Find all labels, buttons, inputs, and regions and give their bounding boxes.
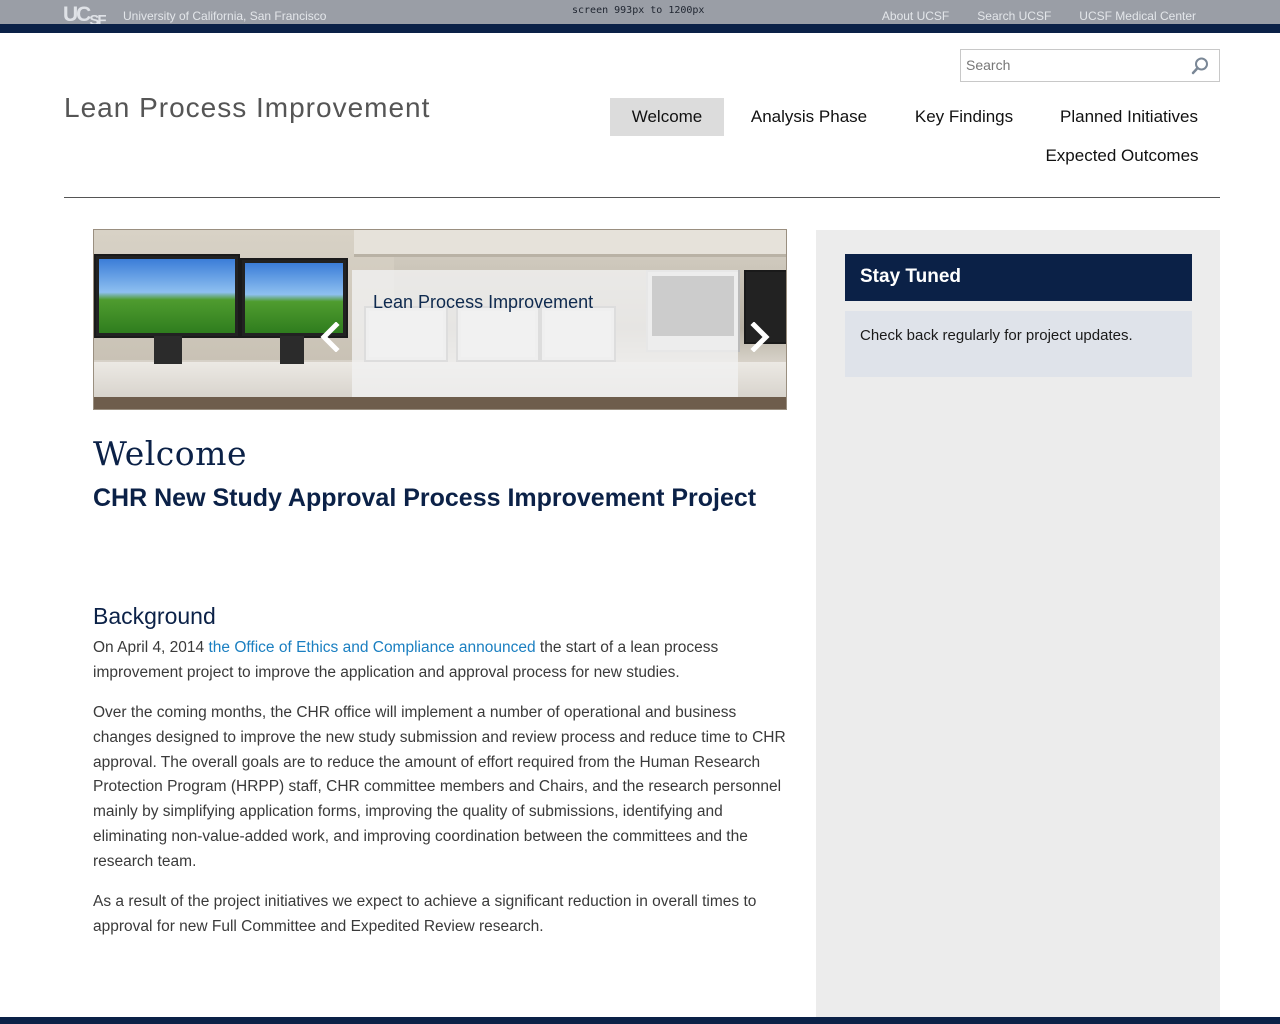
about-ucsf-link[interactable]: About UCSF: [882, 9, 949, 23]
carousel-photo-stand: [280, 336, 304, 364]
nav-item-key-findings[interactable]: Key Findings: [904, 98, 1024, 136]
stay-tuned-text: Check back regularly for project updates…: [860, 327, 1133, 344]
logo-main-text: UC: [63, 3, 91, 26]
stay-tuned-heading: Stay Tuned: [860, 266, 961, 287]
nav-item-analysis-phase[interactable]: Analysis Phase: [740, 98, 878, 136]
ethics-compliance-announcement-link[interactable]: the Office of Ethics and Compliance anno…: [208, 639, 535, 656]
ucsf-medical-center-link[interactable]: UCSF Medical Center: [1079, 9, 1196, 23]
welcome-heading: Welcome: [93, 434, 247, 473]
carousel-caption-text: Lean Process Improvement: [373, 292, 594, 312]
top-utility-bar: UCSF University of California, San Franc…: [0, 0, 1280, 29]
background-paragraph-2: Over the coming months, the CHR office w…: [93, 704, 786, 870]
site-title[interactable]: Lean Process Improvement: [64, 92, 430, 124]
carousel-photo-shelf: [354, 230, 786, 257]
chevron-left-icon[interactable]: [318, 321, 344, 353]
search-icon[interactable]: [1190, 56, 1210, 81]
chevron-right-icon[interactable]: [746, 321, 772, 353]
nav-item-planned-initiatives[interactable]: Planned Initiatives: [1050, 98, 1208, 136]
search-box: [960, 49, 1220, 82]
nav-item-expected-outcomes[interactable]: Expected Outcomes: [1036, 137, 1208, 175]
footer-bar: [0, 1017, 1280, 1024]
search-ucsf-link[interactable]: Search UCSF: [977, 9, 1051, 23]
header-divider: [64, 197, 1220, 198]
background-heading: Background: [93, 603, 216, 629]
nav-item-welcome[interactable]: Welcome: [610, 98, 724, 136]
carousel-photo-stand: [154, 336, 182, 364]
background-paragraph-1: On April 4, 2014 the Office of Ethics an…: [93, 636, 793, 686]
image-carousel[interactable]: Lean Process Improvement: [93, 229, 787, 410]
top-navy-stripe: [0, 24, 1280, 33]
screen-size-note: screen 993px to 1200px: [572, 5, 705, 16]
stay-tuned-body: Check back regularly for project updates…: [845, 311, 1192, 377]
search-input[interactable]: [966, 55, 1176, 75]
university-name-link[interactable]: University of California, San Francisco: [123, 9, 326, 23]
carousel-caption: Lean Process Improvement: [352, 270, 738, 397]
paragraph-text: On April 4, 2014: [93, 639, 209, 656]
project-title: CHR New Study Approval Process Improveme…: [93, 484, 757, 512]
background-paragraph-3: As a result of the project initiatives w…: [93, 893, 757, 935]
carousel-photo-monitor: [94, 254, 240, 338]
stay-tuned-header: Stay Tuned: [845, 254, 1192, 301]
carousel-photo-floor: [94, 397, 786, 409]
utility-links: About UCSF Search UCSF UCSF Medical Cent…: [882, 9, 1196, 23]
